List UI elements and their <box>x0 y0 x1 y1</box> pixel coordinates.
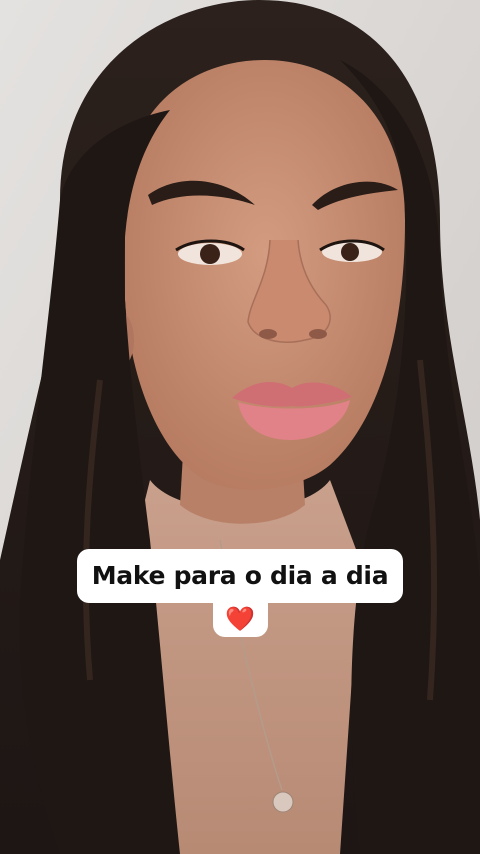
video-frame: Make para o dia a dia ❤️ <box>0 0 480 854</box>
caption-text: Make para o dia a dia <box>76 549 404 603</box>
heart-icon: ❤️ <box>212 601 268 637</box>
necklace-pendant <box>272 791 294 813</box>
caption-overlay: Make para o dia a dia ❤️ <box>0 549 480 637</box>
portrait-photo <box>0 0 480 854</box>
